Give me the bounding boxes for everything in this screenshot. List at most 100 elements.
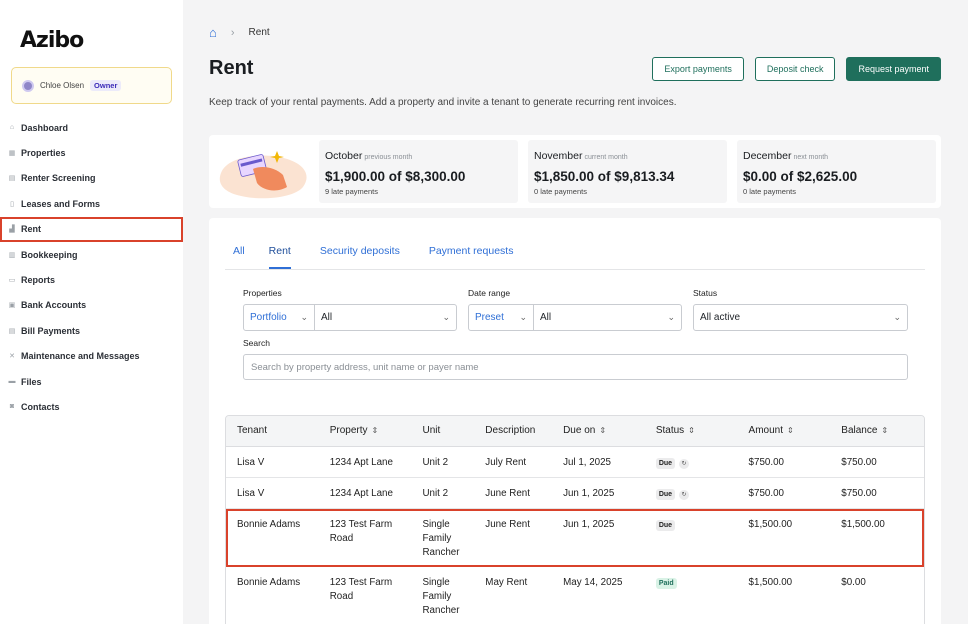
sort-icon: ⇕ xyxy=(787,426,794,435)
cell-balance: $1,500.00 xyxy=(841,519,885,530)
sidebar-item-label: Rent xyxy=(21,224,41,235)
column-balance[interactable]: Balance ⇕ xyxy=(830,424,924,438)
sidebar-item-contacts[interactable]: ◙ Contacts xyxy=(0,394,183,419)
home-icon[interactable]: ⌂ xyxy=(209,26,217,39)
late-payments: 0 late payments xyxy=(534,187,587,196)
table-header: Tenant Property ⇕ Unit Description Due on… xyxy=(226,416,924,447)
date-range-value: All xyxy=(540,312,552,323)
sidebar-item-bookkeeping[interactable]: ▥ Bookkeeping xyxy=(0,242,183,267)
page-description: Keep track of your rental payments. Add … xyxy=(209,97,677,108)
sidebar-item-renter-screening[interactable]: ▤ Renter Screening xyxy=(0,166,183,191)
cell-balance: $0.00 xyxy=(841,577,866,588)
deposit-check-button[interactable]: Deposit check xyxy=(754,57,836,81)
column-amount[interactable]: Amount ⇕ xyxy=(738,424,831,438)
tab-rent[interactable]: Rent xyxy=(268,238,291,269)
tab-payment-requests[interactable]: Payment requests xyxy=(429,238,514,269)
recurring-icon: ↻ xyxy=(679,459,690,469)
recurring-icon: ↻ xyxy=(679,490,690,500)
properties-select[interactable]: All ⌄ xyxy=(315,305,456,330)
request-payment-button[interactable]: Request payment xyxy=(846,57,941,81)
sidebar-item-properties[interactable]: ▦ Properties xyxy=(0,140,183,165)
sidebar-item-bill-payments[interactable]: ▤ Bill Payments xyxy=(0,318,183,343)
tab-all[interactable]: All xyxy=(233,238,245,269)
sidebar-item-maintenance[interactable]: ✕ Maintenance and Messages xyxy=(0,344,183,369)
contacts-icon: ◙ xyxy=(9,403,15,411)
cell-property: 1234 Apt Lane xyxy=(329,488,393,499)
page-actions: Export payments Deposit check Request pa… xyxy=(652,57,941,81)
bank-icon: ▣ xyxy=(8,302,16,310)
sidebar-item-reports[interactable]: ▭ Reports xyxy=(0,267,183,292)
status-label: Status xyxy=(693,288,718,298)
cell-unit: Unit 2 xyxy=(422,488,449,499)
table-row[interactable]: Lisa V 1234 Apt Lane Unit 2 July Rent Ju… xyxy=(226,447,924,478)
export-payments-button[interactable]: Export payments xyxy=(652,57,744,81)
table-row[interactable]: Bonnie Adams 123 Test Farm Road Single F… xyxy=(226,567,924,624)
user-card[interactable]: Chloe Olsen Owner xyxy=(11,67,172,104)
book-icon: ▥ xyxy=(8,251,16,259)
properties-scope-select[interactable]: Portfolio ⌄ xyxy=(244,305,315,330)
chevron-down-icon: ⌄ xyxy=(893,312,901,322)
cell-description: July Rent xyxy=(485,457,527,468)
document-icon: ▯ xyxy=(10,200,14,208)
month-name: October xyxy=(325,150,363,162)
sort-icon: ⇕ xyxy=(371,426,379,435)
status-badge: Due xyxy=(655,489,676,500)
column-label: Property xyxy=(329,425,368,436)
sidebar-item-label: Bookkeeping xyxy=(21,249,78,260)
cell-amount: $750.00 xyxy=(748,457,784,468)
sidebar-item-rent[interactable]: ▟ Rent xyxy=(0,216,183,242)
cell-description: June Rent xyxy=(485,519,530,530)
chevron-right-icon: › xyxy=(230,26,235,39)
sidebar-item-label: Dashboard xyxy=(21,122,69,133)
table-row[interactable]: Lisa V 1234 Apt Lane Unit 2 June Rent Ju… xyxy=(226,478,924,509)
search-input[interactable] xyxy=(243,354,908,380)
column-due-on[interactable]: Due on ⇕ xyxy=(552,424,645,438)
cell-status: Paid xyxy=(645,576,738,624)
chevron-down-icon: ⌄ xyxy=(300,312,308,322)
status-value: All active xyxy=(700,312,741,323)
cell-tenant: Lisa V xyxy=(237,488,265,499)
column-label: Balance xyxy=(841,425,878,436)
sidebar-item-label: Leases and Forms xyxy=(21,198,101,209)
sidebar: Azibo Chloe Olsen Owner ⌂ Dashboard ▦ Prop… xyxy=(0,0,183,624)
properties-label: Properties xyxy=(243,288,282,298)
page-title: Rent xyxy=(209,57,254,79)
tab-security-deposits[interactable]: Security deposits xyxy=(320,238,400,269)
payments-panel: All Rent Security deposits Payment reque… xyxy=(209,218,941,624)
cell-description: June Rent xyxy=(485,488,530,499)
date-range-label: Date range xyxy=(468,288,511,298)
monthly-summary: October previous month $1,900.00 of $8,30… xyxy=(209,135,941,208)
cell-due-on: Jul 1, 2025 xyxy=(563,457,612,468)
search-label: Search xyxy=(243,338,270,348)
sidebar-item-dashboard[interactable]: ⌂ Dashboard xyxy=(0,115,183,140)
date-preset-select[interactable]: Preset ⌄ xyxy=(469,305,534,330)
column-property[interactable]: Property ⇕ xyxy=(319,424,412,438)
payment-tabs: All Rent Security deposits Payment reque… xyxy=(225,238,925,270)
cell-balance: $750.00 xyxy=(841,488,877,499)
column-status[interactable]: Status ⇕ xyxy=(645,424,738,438)
app-logo[interactable]: Azibo xyxy=(20,28,84,53)
wrench-icon: ✕ xyxy=(9,353,15,361)
folder-icon: ▬ xyxy=(8,378,16,386)
status-select[interactable]: All active ⌄ xyxy=(694,305,907,330)
properties-value: All xyxy=(321,312,333,323)
sidebar-item-label: Bill Payments xyxy=(21,325,81,336)
date-range-select[interactable]: All ⌄ xyxy=(534,305,681,330)
month-amount: $1,900.00 of $8,300.00 xyxy=(325,169,466,184)
sidebar-item-label: Reports xyxy=(21,275,56,286)
sort-icon: ⇕ xyxy=(881,426,889,435)
month-name: December xyxy=(743,150,792,162)
sidebar-item-label: Properties xyxy=(21,148,66,159)
month-amount: $1,850.00 of $9,813.34 xyxy=(534,169,675,184)
cell-balance: $750.00 xyxy=(841,457,877,468)
late-payments: 0 late payments xyxy=(743,187,796,196)
cell-due-on: Jun 1, 2025 xyxy=(563,488,615,499)
table-row[interactable]: Bonnie Adams 123 Test Farm Road Single F… xyxy=(226,509,924,567)
summary-november: November current month $1,850.00 of $9,81… xyxy=(528,140,727,203)
sidebar-item-files[interactable]: ▬ Files xyxy=(0,369,183,394)
status-filter[interactable]: All active ⌄ xyxy=(693,304,908,331)
sidebar-item-leases[interactable]: ▯ Leases and Forms xyxy=(0,191,183,216)
sidebar-item-bank-accounts[interactable]: ▣ Bank Accounts xyxy=(0,293,183,318)
late-payments: 9 late payments xyxy=(325,187,378,196)
cell-status: Due ↻ xyxy=(645,456,738,477)
